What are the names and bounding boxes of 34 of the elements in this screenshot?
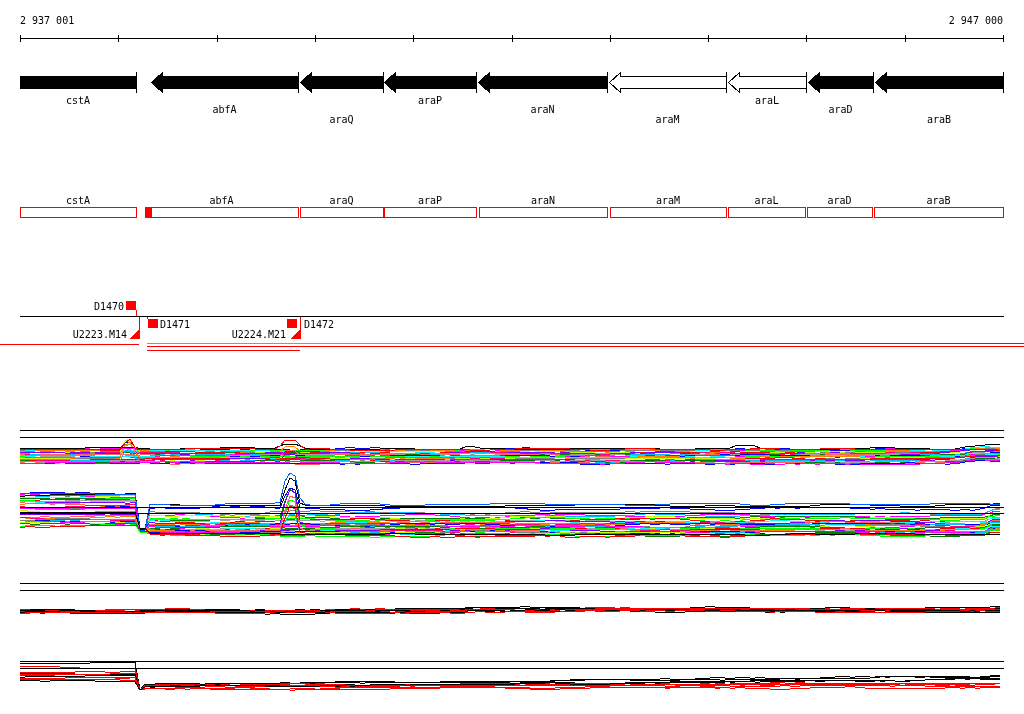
leader-line [147, 317, 148, 319]
leader-line [300, 317, 301, 329]
leader-line [136, 310, 137, 316]
gene-label: araL [754, 195, 779, 206]
triangle-marker-icon [290, 329, 301, 339]
square-marker-icon [287, 319, 297, 328]
gene-label: araP [417, 195, 443, 206]
leader-line [139, 317, 140, 329]
gene-label: araM [655, 114, 680, 125]
gene-label: abfA [212, 104, 237, 115]
feature-label: D1470 [93, 301, 124, 312]
gene-label: cstA [65, 195, 91, 206]
gene-label: araN [530, 195, 556, 206]
feature-label: D1472 [304, 319, 335, 330]
gene-label: cstA [65, 95, 91, 106]
gene-label: araB [926, 195, 951, 206]
gene-label: araL [754, 95, 780, 106]
triangle-marker-icon [129, 329, 140, 339]
feature-label: D1471 [160, 319, 191, 330]
gene-label: araN [530, 104, 555, 115]
feature-label: U2224.M21 [231, 329, 286, 340]
gene-label: araQ [329, 114, 354, 125]
coordinate-label: 2 947 000 [948, 15, 1003, 26]
gene-label: araM [655, 195, 681, 206]
gene-label: araQ [329, 195, 354, 206]
gene-label: araP [417, 95, 443, 106]
coordinate-label: 2 937 001 [20, 15, 75, 26]
square-marker-icon [148, 319, 158, 328]
gene-label: abfA [209, 195, 234, 206]
gene-label: araB [926, 114, 952, 125]
gene-label: araD [827, 195, 852, 206]
square-marker-icon [126, 301, 136, 310]
gene-label: araD [828, 104, 853, 115]
feature-label: U2223.M14 [72, 329, 127, 340]
